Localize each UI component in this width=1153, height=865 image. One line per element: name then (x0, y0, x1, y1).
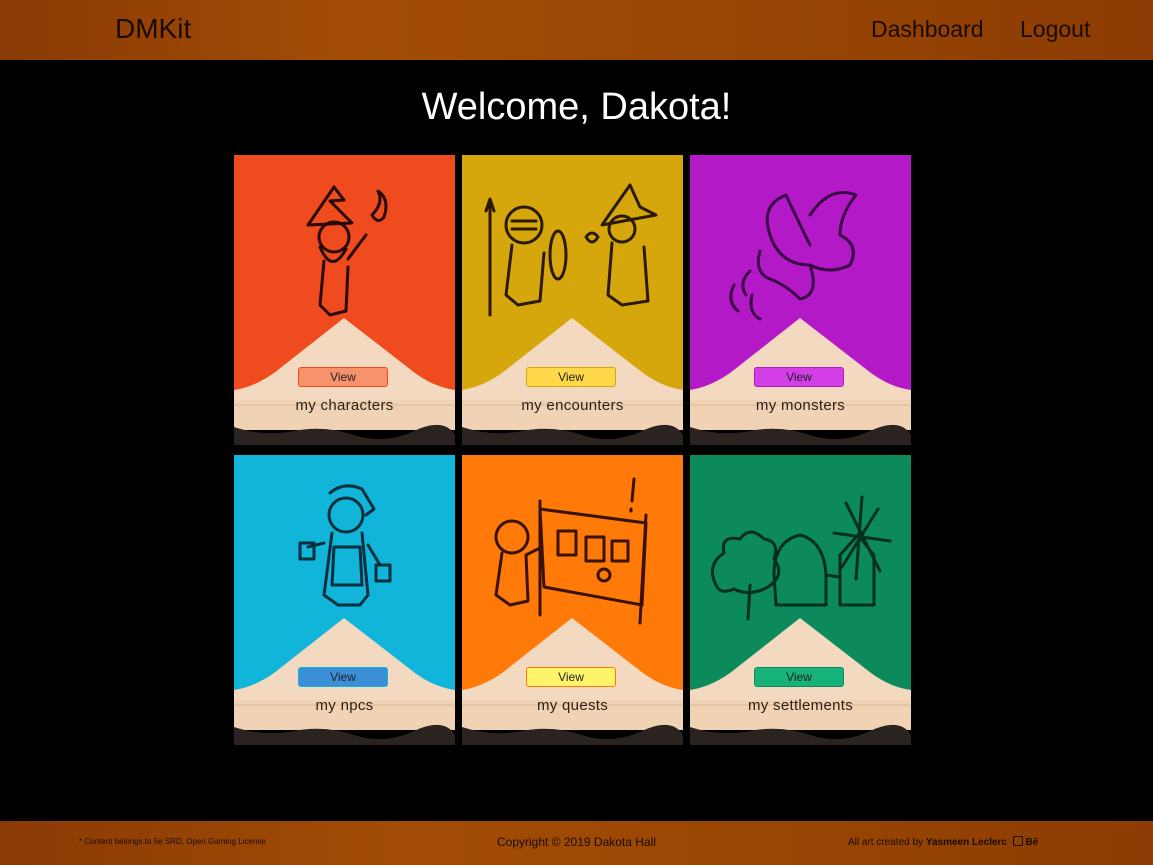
card-encounters: View my encounters (462, 155, 683, 445)
footer-copyright: Copyright © 2019 Dakota Hall (497, 835, 656, 849)
top-navbar: DMKit Dashboard Logout (0, 0, 1153, 60)
wizard-icon (306, 185, 388, 317)
npc-icon (298, 484, 392, 607)
card-label: my settlements (747, 697, 854, 714)
card-npcs: View my npcs (234, 455, 455, 745)
card-label: my npcs (315, 697, 374, 714)
village-icon (710, 495, 892, 621)
quest-board-icon (494, 477, 648, 625)
card-monsters: View my monsters (690, 155, 911, 445)
card-label: my quests (536, 697, 609, 714)
instagram-icon[interactable] (1012, 836, 1023, 846)
footer-credit-prefix: All art created by (848, 837, 924, 848)
card-quests: View my quests (462, 455, 683, 745)
footer-artist-name[interactable]: Yasmeen Leclerc (926, 837, 1007, 848)
battle-icon (484, 183, 658, 317)
card-characters: View my characters (234, 155, 455, 445)
card-label: my monsters (755, 397, 846, 414)
brand-logo[interactable]: DMKit (115, 13, 191, 45)
card-label: my characters (295, 397, 394, 414)
view-monsters-button[interactable]: View (754, 367, 844, 387)
view-settlements-button[interactable]: View (754, 667, 844, 687)
view-npcs-button[interactable]: View (298, 667, 388, 687)
footer-art-credit: All art created by Yasmeen Leclerc Bē (848, 836, 1038, 848)
view-encounters-button[interactable]: View (526, 367, 616, 387)
behance-icon[interactable]: Bē (1026, 837, 1039, 848)
footer: * Content belongs to 5e SRD, Open Gaming… (0, 821, 1153, 865)
card-settlements: View my settlements (690, 455, 911, 745)
nav-logout-link[interactable]: Logout (1020, 16, 1090, 43)
view-quests-button[interactable]: View (526, 667, 616, 687)
nav-dashboard-link[interactable]: Dashboard (871, 16, 984, 43)
footer-license-note: * Content belongs to 5e SRD, Open Gaming… (79, 837, 266, 846)
view-characters-button[interactable]: View (298, 367, 388, 387)
dragon-icon (729, 191, 858, 321)
card-label: my encounters (521, 397, 624, 414)
welcome-heading: Welcome, Dakota! (421, 86, 732, 128)
